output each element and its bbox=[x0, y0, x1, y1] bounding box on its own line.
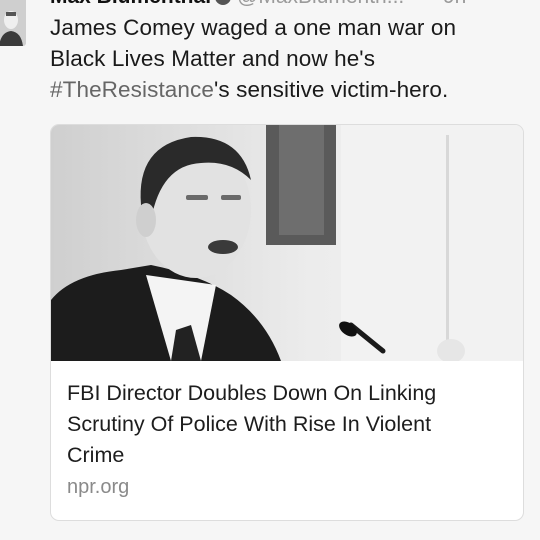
author-name[interactable]: Max Blumenthal bbox=[50, 0, 211, 8]
card-title-line: FBI Director Doubles Down On Linking bbox=[67, 381, 437, 405]
tweet-header: Max Blumenthal @MaxBlumenth... 9h bbox=[50, 0, 466, 8]
avatar-photo-icon bbox=[0, 0, 26, 46]
tweet-text-line: Black Lives Matter and now he's bbox=[50, 46, 376, 71]
card-domain: npr.org bbox=[67, 476, 130, 498]
tweet-text-line: James Comey waged a one man war on bbox=[50, 15, 457, 40]
card-image[interactable] bbox=[51, 125, 523, 361]
tweet-timestamp[interactable]: 9h bbox=[443, 0, 466, 8]
card-title-line: Crime bbox=[67, 443, 125, 467]
author-handle[interactable]: @MaxBlumenth... bbox=[237, 0, 404, 8]
card-title-line: Scrutiny Of Police With Rise In Violent bbox=[67, 412, 432, 436]
hashtag-link[interactable]: #TheResistance bbox=[50, 77, 214, 102]
author-avatar[interactable] bbox=[0, 0, 26, 46]
tweet-text-fragment: 's sensitive victim-hero. bbox=[214, 77, 449, 102]
card-title[interactable]: FBI Director Doubles Down On Linking Scr… bbox=[67, 378, 507, 471]
verified-badge-icon bbox=[215, 0, 232, 6]
tweet-text: James Comey waged a one man war on Black… bbox=[50, 12, 530, 105]
link-preview-card[interactable]: FBI Director Doubles Down On Linking Scr… bbox=[50, 124, 524, 521]
photo-man-speaking-at-microphone-icon bbox=[51, 125, 523, 361]
tweet-text-line: #TheResistance's sensitive victim-hero. bbox=[50, 74, 530, 105]
tweet[interactable]: Max Blumenthal @MaxBlumenth... 9h James Co… bbox=[0, 0, 540, 540]
